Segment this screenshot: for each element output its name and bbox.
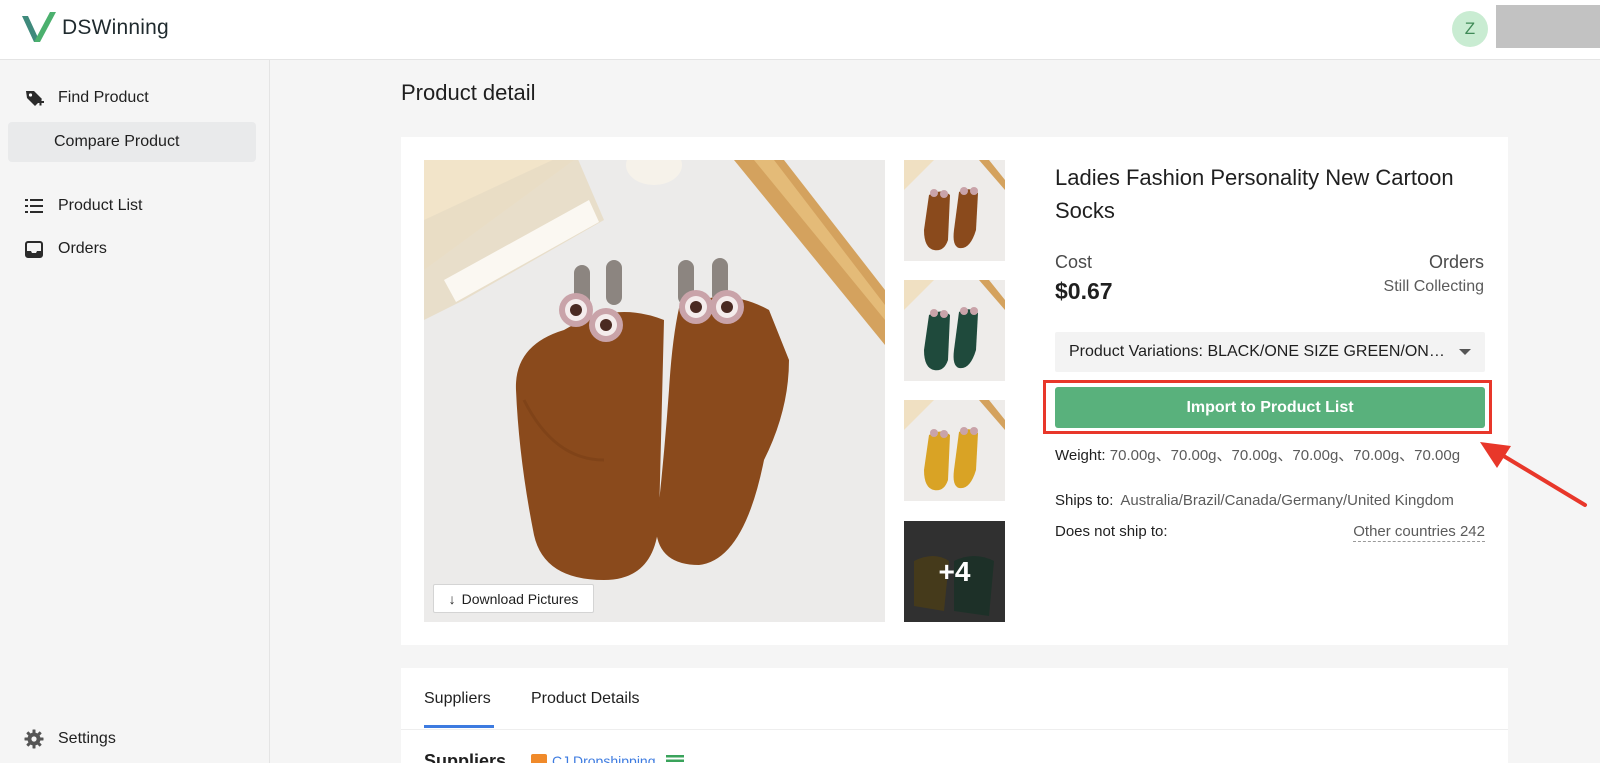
avatar[interactable]: Z: [1452, 11, 1488, 47]
tab-suppliers[interactable]: Suppliers: [424, 690, 491, 708]
details-tabs-card: [401, 668, 1508, 763]
sidebar: [0, 60, 270, 763]
sidebar-item-orders[interactable]: Orders: [8, 229, 256, 269]
tabs-divider: [401, 729, 1508, 730]
annotation-arrow-icon: [1480, 442, 1587, 507]
more-images-count: +4: [938, 555, 971, 587]
sidebar-item-product-list[interactable]: Product List: [8, 186, 256, 226]
weight-info: Weight: 70.00g、70.00g、70.00g、70.00g、70.0…: [1055, 444, 1485, 467]
app-name: DSWinning: [62, 16, 169, 39]
ships-label: Ships to:: [1055, 492, 1114, 509]
active-tab-indicator: [424, 725, 494, 728]
caret-down-icon: [1459, 349, 1471, 355]
ships-value: Australia/Brazil/Canada/Germany/United K…: [1120, 492, 1454, 509]
gear-icon: [24, 729, 44, 749]
other-countries-link[interactable]: Other countries 242: [1290, 523, 1485, 542]
download-pictures-button[interactable]: ↓ Download Pictures: [433, 584, 594, 613]
arrow-down-icon: ↓: [448, 590, 456, 607]
sidebar-item-label: Compare Product: [54, 133, 180, 150]
product-variations-select[interactable]: Product Variations: BLACK/ONE SIZE GREEN…: [1055, 332, 1485, 372]
sidebar-item-label: Settings: [58, 730, 116, 747]
supplier-link[interactable]: CJ Dropshipping: [552, 753, 656, 763]
page-title: Product detail: [401, 80, 536, 105]
logo-check-icon: [22, 12, 56, 42]
yellow-socks-thumbnail: [904, 400, 1005, 501]
suppliers-heading: Suppliers: [424, 751, 507, 763]
brown-socks-thumbnail: [904, 160, 1005, 261]
supplier-menu-icon[interactable]: [666, 755, 684, 763]
tab-product-details[interactable]: Product Details: [531, 690, 640, 708]
sidebar-item-label: Product List: [58, 197, 143, 214]
top-bar: DSWinning Z: [0, 0, 1600, 60]
weight-value: 70.00g、70.00g、70.00g、70.00g、70.00g、70.00…: [1109, 447, 1461, 464]
green-socks-thumbnail: [904, 280, 1005, 381]
orders-label: Orders: [1428, 252, 1484, 272]
import-to-product-list-button[interactable]: Import to Product List: [1055, 387, 1485, 428]
orders-value: Still Collecting: [1383, 278, 1484, 295]
supplier-badge-icon: [531, 754, 547, 763]
user-menu[interactable]: [1496, 5, 1600, 48]
main-product-image[interactable]: [424, 160, 885, 622]
weight-label: Weight:: [1055, 447, 1106, 464]
variation-selected-value: Product Variations: BLACK/ONE SIZE GREEN…: [1069, 343, 1447, 360]
sidebar-item-compare-product[interactable]: Compare Product: [8, 122, 256, 162]
thumbnail-yellow[interactable]: [904, 400, 1005, 501]
list-icon: [24, 196, 44, 216]
product-title: Ladies Fashion Personality New Cartoon S…: [1055, 165, 1454, 223]
sidebar-item-settings[interactable]: Settings: [8, 719, 256, 759]
sidebar-item-find-product[interactable]: Find Product: [8, 78, 256, 118]
socks-photo: [424, 160, 885, 622]
cost-label: Cost: [1055, 252, 1093, 272]
download-label: Download Pictures: [461, 590, 579, 607]
ships-to-info: Ships to: Australia/Brazil/Canada/German…: [1055, 491, 1485, 511]
thumbnail-more[interactable]: +4: [904, 521, 1005, 622]
sidebar-item-label: Find Product: [58, 89, 149, 106]
thumbnail-brown[interactable]: [904, 160, 1005, 261]
app-logo[interactable]: DSWinning: [20, 10, 169, 46]
cost-value: $0.67: [1055, 278, 1113, 304]
inbox-icon: [24, 239, 44, 259]
tag-plus-icon: [24, 88, 44, 108]
other-countries-text: Other countries 242: [1353, 523, 1485, 542]
sidebar-item-label: Orders: [58, 240, 107, 257]
thumbnail-green[interactable]: [904, 280, 1005, 381]
